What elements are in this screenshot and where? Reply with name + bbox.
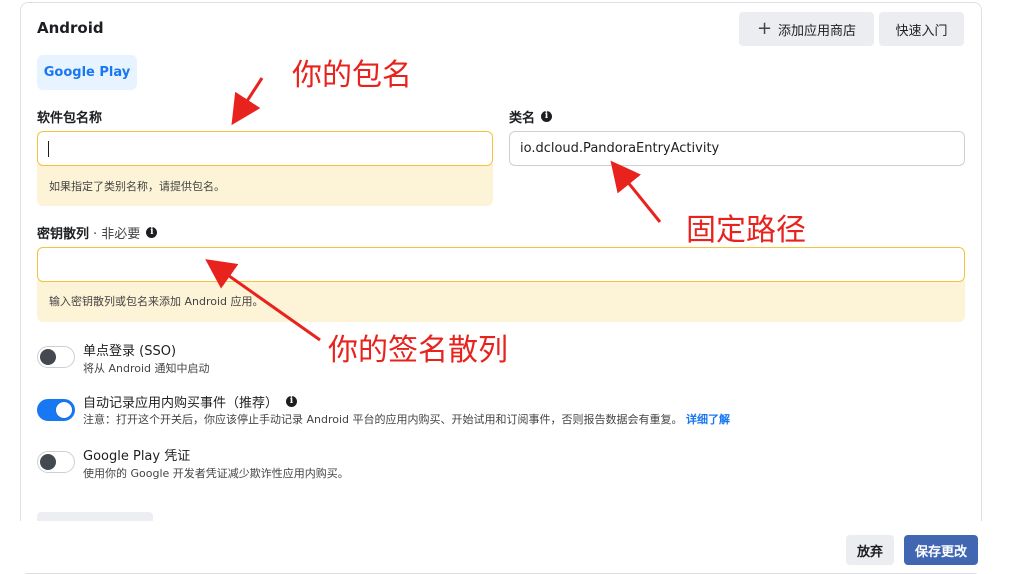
arrow-to-key-hash-field <box>205 259 321 342</box>
annotation-arrows <box>205 77 662 342</box>
arrow-to-package-field <box>231 77 264 126</box>
arrow-to-class-field <box>610 160 662 223</box>
